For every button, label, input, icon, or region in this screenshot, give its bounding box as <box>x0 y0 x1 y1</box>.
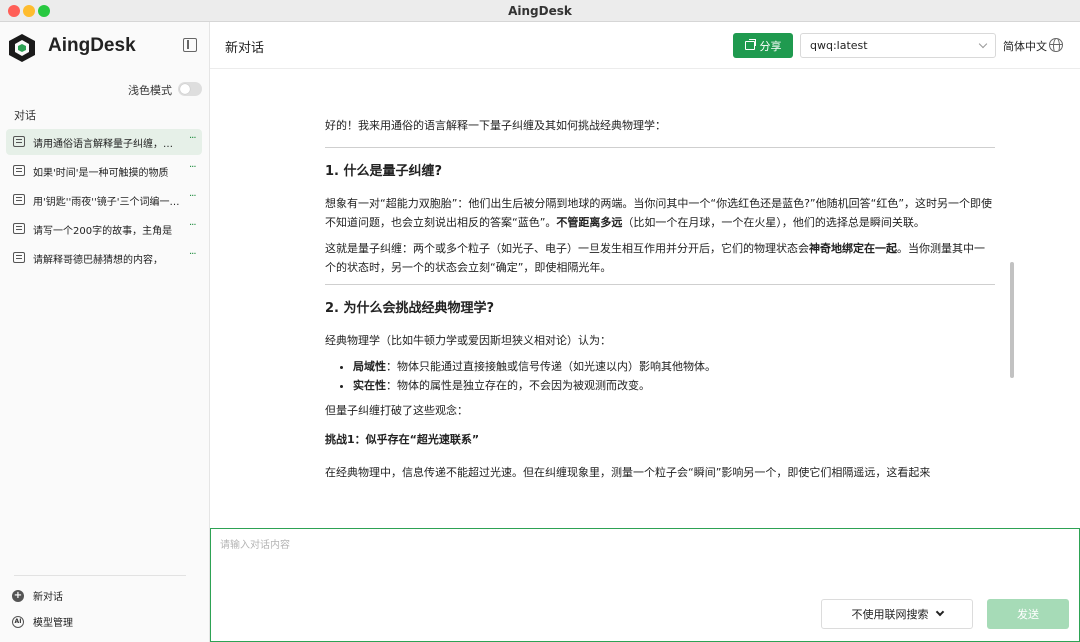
bold-text: 局域性 <box>353 360 386 373</box>
chat-bubble-icon <box>13 194 25 205</box>
conversation-item[interactable]: 请用通俗语言解释量子纠缠，并说明它如何挑战经典物理学 ··· <box>6 129 202 155</box>
divider <box>325 284 995 285</box>
conversation-title: 请写一个200字的故事，主角是 <box>33 226 173 237</box>
conversation-title: 如果'时间'是一种可触摸的物质 <box>33 168 169 179</box>
chat-bubble-icon <box>13 252 25 263</box>
paragraph: 但量子纠缠打破了这些观念： <box>325 404 468 417</box>
plus-circle-icon: + <box>12 589 24 602</box>
brand-name: AingDesk <box>48 35 136 56</box>
conversation-item[interactable]: 如果'时间'是一种可触摸的物质 ··· <box>6 158 202 184</box>
sidebar-collapse-icon[interactable] <box>183 38 197 52</box>
paragraph: 在经典物理中，信息传递不能超过光速。但在纠缠现象里，测量一个粒子会“瞬间”影响另… <box>325 466 931 479</box>
paragraph: 想象有一对“超能力双胞胎”：他们出生后被分隔到地球的两端。当你问其中一个“你选红… <box>325 194 995 232</box>
input-placeholder: 请输入对话内容 <box>220 540 290 551</box>
sidebar-divider <box>14 575 186 576</box>
share-label: 分享 <box>759 39 782 53</box>
conversation-title: 请用通俗语言解释量子纠缠，并说明它如何挑战经典物理学 <box>33 139 181 150</box>
assistant-message: 好的！我来用通俗的语言解释一下量子纠缠及其如何挑战经典物理学： 1. 什么是量子… <box>325 116 995 489</box>
model-select[interactable]: qwq:latest <box>800 33 996 58</box>
model-select-value: qwq:latest <box>810 39 868 52</box>
more-options-icon[interactable]: ··· <box>189 191 196 202</box>
divider <box>325 147 995 148</box>
conversation-item[interactable]: 请解释哥德巴赫猜想的内容， ··· <box>6 245 202 271</box>
bullet-list: 局域性：物体只能通过直接接触或信号传递（如光速以内）影响其他物体。 实在性：物体… <box>353 357 995 395</box>
bold-text: 不管距离多远 <box>556 216 623 229</box>
text-run: ：物体的属性是独立存在的，不会因为被观测而改变。 <box>386 379 650 392</box>
new-chat-button[interactable]: + 新对话 <box>12 588 63 603</box>
chevron-down-icon <box>935 607 944 617</box>
list-item: 实在性：物体的属性是独立存在的，不会因为被观测而改变。 <box>353 376 995 395</box>
more-options-icon[interactable]: ··· <box>189 133 196 144</box>
web-search-dropdown[interactable]: 不使用联网搜索 <box>821 599 973 629</box>
bold-heading: 挑战1：似乎存在“超光速联系” <box>325 433 480 446</box>
window-title: AingDesk <box>508 4 572 18</box>
send-button[interactable]: 发送 <box>987 599 1069 629</box>
conversations-section-label: 对话 <box>14 109 36 122</box>
ai-model-icon: AI <box>12 615 24 628</box>
conversation-list: 请用通俗语言解释量子纠缠，并说明它如何挑战经典物理学 ··· 如果'时间'是一种… <box>6 129 202 274</box>
conversation-title: 请解释哥德巴赫猜想的内容， <box>33 255 163 266</box>
section-heading: 2. 为什么会挑战经典物理学? <box>325 301 495 316</box>
more-options-icon[interactable]: ··· <box>189 220 196 231</box>
more-options-icon[interactable]: ··· <box>189 249 196 260</box>
text-run: 这就是量子纠缠：两个或多个粒子（如光子、电子）一旦发生相互作用并分开后，它们的物… <box>325 242 809 255</box>
chat-bubble-icon <box>13 165 25 176</box>
conversation-item[interactable]: 用'钥匙''雨夜''镜子'三个词编一个故事 ··· <box>6 187 202 213</box>
more-options-icon[interactable]: ··· <box>189 162 196 173</box>
model-manage-label: 模型管理 <box>33 618 73 629</box>
text-run: （比如一个在月球，一个在火星），他们的选择总是瞬间关联。 <box>622 216 925 229</box>
page-title: 新对话 <box>225 41 265 56</box>
text-run: ：物体只能通过直接接触或信号传递（如光速以内）影响其他物体。 <box>386 360 716 373</box>
new-chat-label: 新对话 <box>33 592 63 603</box>
message-intro: 好的！我来用通俗的语言解释一下量子纠缠及其如何挑战经典物理学： <box>325 119 666 132</box>
paragraph: 经典物理学（比如牛顿力学或爱因斯坦狭义相对论）认为： <box>325 334 611 347</box>
language-selector[interactable]: 简体中文 <box>1003 38 1047 54</box>
message-input[interactable]: 请输入对话内容 不使用联网搜索 发送 <box>210 528 1080 642</box>
chat-bubble-icon <box>13 136 25 147</box>
conversation-title: 用'钥匙''雨夜''镜子'三个词编一个故事 <box>33 197 181 208</box>
theme-mode-label: 浅色模式 <box>128 84 172 97</box>
bold-text: 神奇地绑定在一起 <box>809 242 897 255</box>
scrollbar-thumb[interactable] <box>1010 262 1014 378</box>
share-button[interactable]: 分享 <box>733 33 793 58</box>
top-bar: 新对话 分享 qwq:latest 简体中文 <box>210 22 1080 69</box>
theme-toggle[interactable] <box>178 82 202 96</box>
share-icon <box>744 39 756 50</box>
section-heading: 1. 什么是量子纠缠? <box>325 164 443 179</box>
web-search-label: 不使用联网搜索 <box>851 608 929 621</box>
bold-text: 实在性 <box>353 379 386 392</box>
chevron-down-icon <box>978 39 988 49</box>
chat-content: 好的！我来用通俗的语言解释一下量子纠缠及其如何挑战经典物理学： 1. 什么是量子… <box>210 70 1080 528</box>
globe-icon[interactable] <box>1049 38 1063 52</box>
title-bar: AingDesk <box>0 0 1080 22</box>
paragraph: 这就是量子纠缠：两个或多个粒子（如光子、电子）一旦发生相互作用并分开后，它们的物… <box>325 239 995 277</box>
chat-bubble-icon <box>13 223 25 234</box>
model-manage-button[interactable]: AI 模型管理 <box>12 614 73 629</box>
sidebar: AingDesk 浅色模式 对话 请用通俗语言解释量子纠缠，并说明它如何挑战经典… <box>0 22 210 642</box>
list-item: 局域性：物体只能通过直接接触或信号传递（如光速以内）影响其他物体。 <box>353 357 995 376</box>
conversation-item[interactable]: 请写一个200字的故事，主角是 ··· <box>6 216 202 242</box>
aingdesk-logo-icon <box>9 34 35 62</box>
